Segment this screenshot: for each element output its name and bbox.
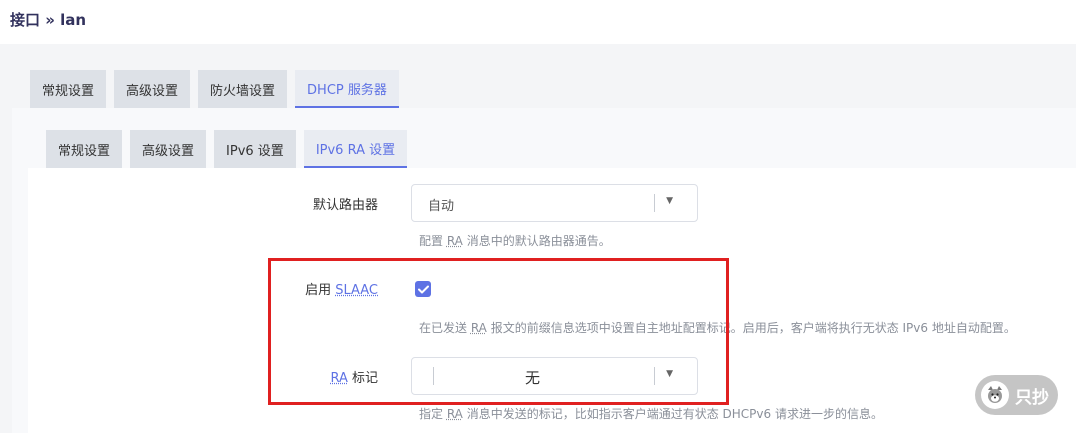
tab-firewall-settings[interactable]: 防火墙设置 (198, 70, 288, 108)
watermark: 只抄 (975, 375, 1058, 415)
ra-abbr: RA (446, 234, 463, 248)
tab-ipv6-ra-settings[interactable]: IPv6 RA 设置 (303, 130, 408, 168)
inner-tab-bar: 常规设置 高级设置 IPv6 设置 IPv6 RA 设置 (46, 130, 408, 168)
tab-dhcp-general[interactable]: 常规设置 (46, 130, 123, 168)
tab-advanced-settings[interactable]: 高级设置 (114, 70, 191, 108)
default-router-description: 配置 RA 消息中的默认路由器通告。 (419, 234, 611, 248)
select-separator (654, 194, 655, 212)
dog-face-icon (981, 381, 1009, 409)
breadcrumb: 接口 » lan (10, 11, 87, 29)
tab-dhcp-server[interactable]: DHCP 服务器 (295, 70, 399, 108)
tab-dhcp-advanced[interactable]: 高级设置 (130, 130, 207, 168)
tab-general-settings[interactable]: 常规设置 (30, 70, 107, 108)
default-router-select[interactable]: 自动 ▼ (411, 184, 698, 222)
tab-ipv6-settings[interactable]: IPv6 设置 (214, 130, 296, 168)
ra-abbr: RA (446, 407, 463, 421)
chevron-down-icon: ▼ (666, 196, 673, 206)
default-router-label: 默认路由器 (312, 198, 378, 213)
page-header: 接口 » lan (0, 0, 1076, 44)
annotation-highlight-box (268, 258, 729, 405)
watermark-text: 只抄 (1015, 387, 1049, 408)
ra-flags-description: 指定 RA 消息中发送的标记，比如指示客户端通过有状态 DHCPv6 请求进一步… (419, 407, 883, 421)
outer-tab-bar: 常规设置 高级设置 防火墙设置 DHCP 服务器 (30, 70, 399, 108)
default-router-value: 自动 (428, 199, 455, 214)
